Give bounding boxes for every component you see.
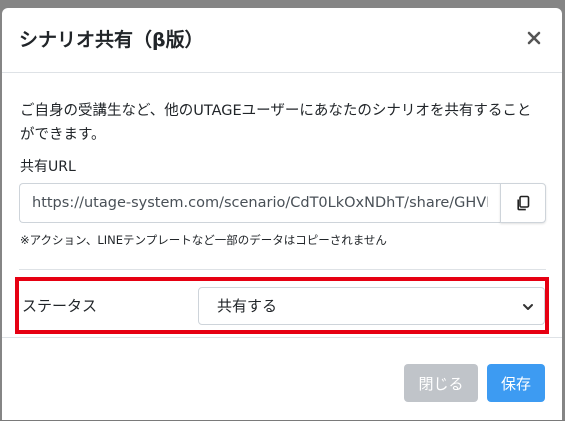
share-url-group xyxy=(19,183,546,223)
modal-title: シナリオ共有（β版） xyxy=(19,29,204,51)
close-icon xyxy=(527,31,541,45)
status-label: ステータス xyxy=(22,297,98,315)
close-dialog-button[interactable]: 閉じる xyxy=(404,364,478,402)
modal-footer: 閉じる 保存 xyxy=(2,337,562,421)
copy-url-button[interactable] xyxy=(500,183,546,223)
status-highlight-box: ステータス 共有する xyxy=(15,277,549,334)
copy-note: ※アクション、LINEテンプレートなど一部のデータはコピーされません xyxy=(20,233,387,247)
share-url-input[interactable] xyxy=(19,183,500,223)
close-button[interactable] xyxy=(522,26,546,50)
save-button[interactable]: 保存 xyxy=(487,364,545,402)
modal-header: シナリオ共有（β版） xyxy=(2,8,562,73)
status-select[interactable]: 共有する xyxy=(198,287,545,325)
copy-icon xyxy=(517,195,530,211)
section-divider xyxy=(19,269,546,270)
share-scenario-modal: シナリオ共有（β版） ご自身の受講生など、他のUTAGEユーザーにあなたのシナリ… xyxy=(2,8,562,420)
modal-body: ご自身の受講生など、他のUTAGEユーザーにあなたのシナリオを共有することができ… xyxy=(2,73,562,337)
chevron-down-icon xyxy=(523,304,533,310)
description-text: ご自身の受講生など、他のUTAGEユーザーにあなたのシナリオを共有することができ… xyxy=(20,103,532,143)
share-url-label: 共有URL xyxy=(20,159,76,175)
status-selected-value: 共有する xyxy=(217,297,278,315)
